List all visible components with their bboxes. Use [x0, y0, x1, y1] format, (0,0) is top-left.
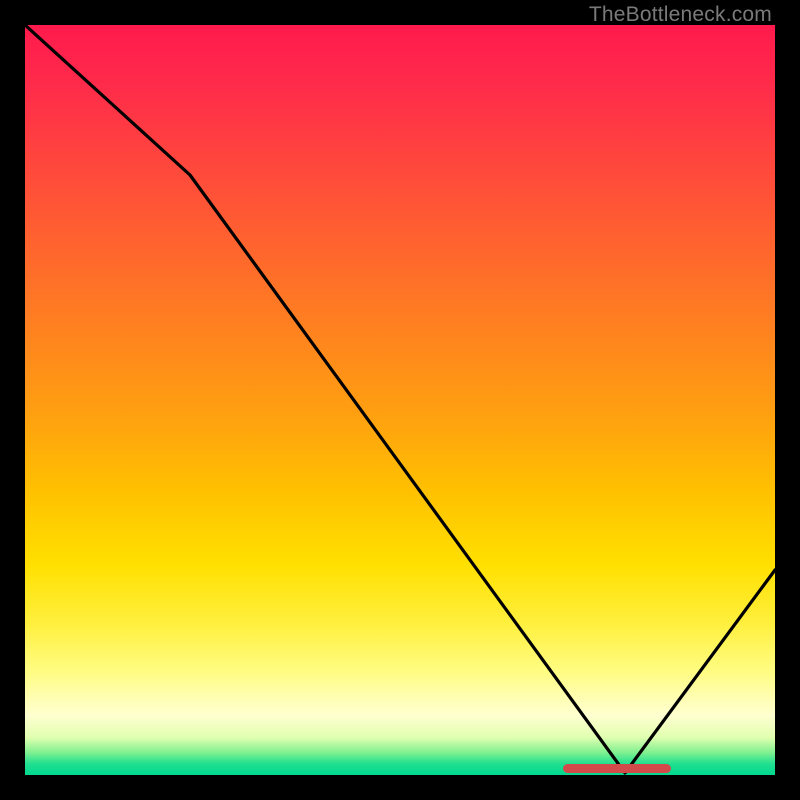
- bottleneck-curve: [25, 25, 775, 775]
- watermark-text: TheBottleneck.com: [589, 3, 772, 27]
- optimal-range-marker: [563, 764, 671, 773]
- curve-polyline: [25, 25, 775, 773]
- chart-frame: TheBottleneck.com: [0, 0, 800, 800]
- plot-area: [25, 25, 775, 775]
